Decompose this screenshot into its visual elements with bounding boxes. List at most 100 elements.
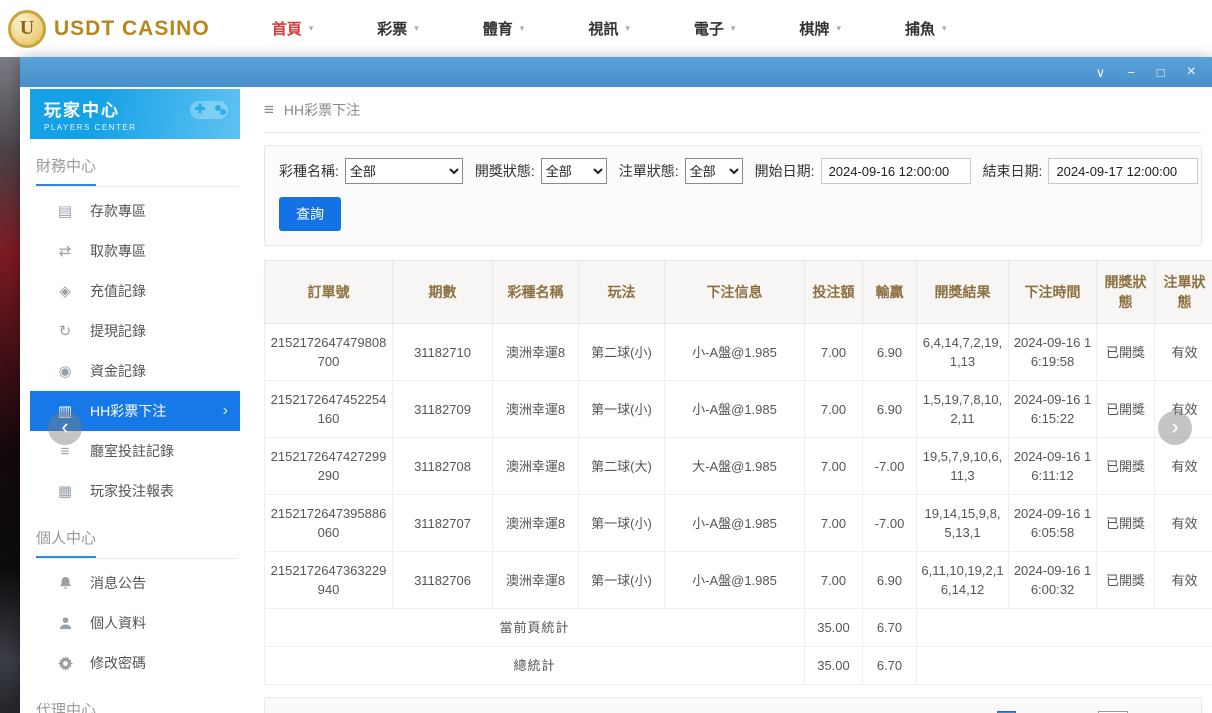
lottery-name-select[interactable]: 全部 [345,158,463,184]
table-row: 215217264747980870031182710 澳洲幸運8第二球(小) … [265,324,1212,381]
nav-item-slots[interactable]: 電子 ▾ [694,18,736,39]
col-win-loss: 輸贏 [863,261,917,324]
sidebar-item-withdrawal-records[interactable]: ↻ 提現記錄 [30,311,240,351]
chevron-down-icon: ▾ [520,23,525,34]
sidebar-item-fund-records[interactable]: ◉ 資金記錄 [30,351,240,391]
table-row: 215217264745225416031182709 澳洲幸運8第一球(小) … [265,381,1212,438]
carousel-left-arrow[interactable]: ‹ [48,411,82,445]
chevron-down-icon: ▾ [836,23,841,34]
draw-status-label: 開獎狀態: [475,161,535,181]
sidebar-item-label: 消息公告 [90,573,146,593]
col-order-id: 訂單號 [265,261,393,324]
order-status-label: 注單狀態: [619,161,679,181]
sidebar-item-deposit[interactable]: ▤ 存款專區 [30,191,240,231]
nav-item-live[interactable]: 視訊 ▾ [588,18,630,39]
sidebar-item-announcements[interactable]: 消息公告 [30,563,240,603]
bell-icon [56,576,74,591]
sidebar-item-label: 資金記錄 [90,361,146,381]
withdrawal-records-icon: ↻ [56,322,74,340]
page-title: HH彩票下注 [284,100,360,120]
section-finance-center: 財務中心 [32,155,238,187]
sidebar-item-label: 存款專區 [90,201,146,221]
window-minimize-icon[interactable]: − [1127,66,1135,79]
sidebar-item-label: 提現記錄 [90,321,146,341]
nav-item-cards[interactable]: 棋牌 ▾ [799,18,841,39]
person-icon [56,616,74,631]
end-date-input[interactable] [1048,158,1198,184]
nav-item-lottery[interactable]: 彩票 ▾ [377,18,419,39]
start-date-input[interactable] [821,158,971,184]
search-button[interactable]: 查詢 [279,197,341,231]
col-order-status: 注單狀態 [1155,261,1212,324]
end-date-label: 結束日期: [983,161,1043,181]
main-content: ≡ HH彩票下注 彩種名稱: 全部 開獎狀態: 全部 [250,87,1212,713]
sidebar-item-label: HH彩票下注 [90,401,166,421]
table-row: 215217264736322994031182706 澳洲幸運8第一球(小) … [265,552,1212,609]
sidebar-item-player-bet-report[interactable]: ▦ 玩家投注報表 [30,471,240,511]
hamburger-icon[interactable]: ≡ [264,100,274,120]
chevron-down-icon: ▾ [625,23,630,34]
gamepad-icon [186,95,232,130]
chevron-right-icon: › [223,402,228,420]
table-footer: 每頁顯示20條 共5条 首页 上一页 1 下一页 第 页 跳转 [264,697,1202,713]
table-row: 215217264739588606031182707 澳洲幸運8第一球(小) … [265,495,1212,552]
sidebar-item-profile[interactable]: 個人資料 [30,603,240,643]
window-maximize-icon[interactable]: □ [1157,66,1165,79]
col-draw-result: 開獎結果 [917,261,1009,324]
window-collapse-icon[interactable]: ∨ [1096,66,1106,79]
sidebar-item-withdraw[interactable]: ⇄ 取款專區 [30,231,240,271]
fund-records-icon: ◉ [56,362,74,380]
sidebar-item-label: 玩家投注報表 [90,481,174,501]
gear-icon [56,656,74,671]
total-summary-row: 總統計 35.00 6.70 [265,647,1212,685]
top-navbar: U USDT CASINO 首頁 ▾ 彩票 ▾ 體育 ▾ 視訊 ▾ 電子 ▾ 棋… [0,0,1212,57]
window-titlebar: ∨ − □ × [20,57,1212,87]
total-summary-bet: 35.00 [805,647,863,685]
page-summary-row: 當前頁統計 35.00 6.70 [265,609,1212,647]
background-banner-image [0,57,20,713]
site-logo[interactable]: U USDT CASINO [8,10,210,48]
page-header: ≡ HH彩票下注 [264,87,1202,133]
order-status-select[interactable]: 全部 [685,158,743,184]
deposit-icon: ▤ [56,202,74,220]
page-summary-win: 6.70 [863,609,917,647]
chevron-down-icon: ▾ [414,23,419,34]
chevron-down-icon: ▾ [942,23,947,34]
lottery-name-label: 彩種名稱: [279,161,339,181]
sidebar-item-recharge-records[interactable]: ◈ 充值記錄 [30,271,240,311]
sidebar-item-change-password[interactable]: 修改密碼 [30,643,240,683]
logo-coin-icon: U [8,10,46,48]
draw-status-select[interactable]: 全部 [541,158,607,184]
section-agent-center: 代理中心 [32,699,238,713]
total-summary-win: 6.70 [863,647,917,685]
col-bet-info: 下注信息 [665,261,805,324]
bets-table: 訂單號 期數 彩種名稱 玩法 下注信息 投注額 輸贏 開獎結果 下注時間 開獎狀… [264,260,1212,685]
col-draw-status: 開獎狀態 [1097,261,1155,324]
room-bet-records-icon: ≡ [56,443,74,460]
player-center-window: ∨ − □ × 玩家中心 PLAYERS CENTER 財務中心 ▤ 存款專區 … [20,57,1212,713]
col-bet-amount: 投注額 [805,261,863,324]
window-close-icon[interactable]: × [1187,64,1196,80]
nav-item-fishing[interactable]: 捕魚 ▾ [905,18,947,39]
page-summary-bet: 35.00 [805,609,863,647]
carousel-right-arrow[interactable]: › [1158,411,1192,445]
col-lottery-name: 彩種名稱 [493,261,579,324]
col-issue: 期數 [393,261,493,324]
sidebar: 玩家中心 PLAYERS CENTER 財務中心 ▤ 存款專區 ⇄ 取款專區 ◈… [20,87,250,713]
page-summary-label: 當前頁統計 [265,609,805,647]
logo-text: USDT CASINO [54,17,210,41]
main-menu: 首頁 ▾ 彩票 ▾ 體育 ▾ 視訊 ▾ 電子 ▾ 棋牌 ▾ 捕魚 ▾ [272,18,947,39]
chevron-down-icon: ▾ [309,23,314,34]
col-play-type: 玩法 [579,261,665,324]
nav-item-sports[interactable]: 體育 ▾ [483,18,525,39]
recharge-records-icon: ◈ [56,282,74,300]
players-center-header: 玩家中心 PLAYERS CENTER [30,89,240,139]
sidebar-item-label: 廳室投註記錄 [90,441,174,461]
start-date-label: 開始日期: [755,161,815,181]
table-header-row: 訂單號 期數 彩種名稱 玩法 下注信息 投注額 輸贏 開獎結果 下注時間 開獎狀… [265,261,1212,324]
total-summary-label: 總統計 [265,647,805,685]
chevron-down-icon: ▾ [731,23,736,34]
player-bet-report-icon: ▦ [56,482,74,500]
nav-item-home[interactable]: 首頁 ▾ [272,18,314,39]
sidebar-item-label: 個人資料 [90,613,146,633]
